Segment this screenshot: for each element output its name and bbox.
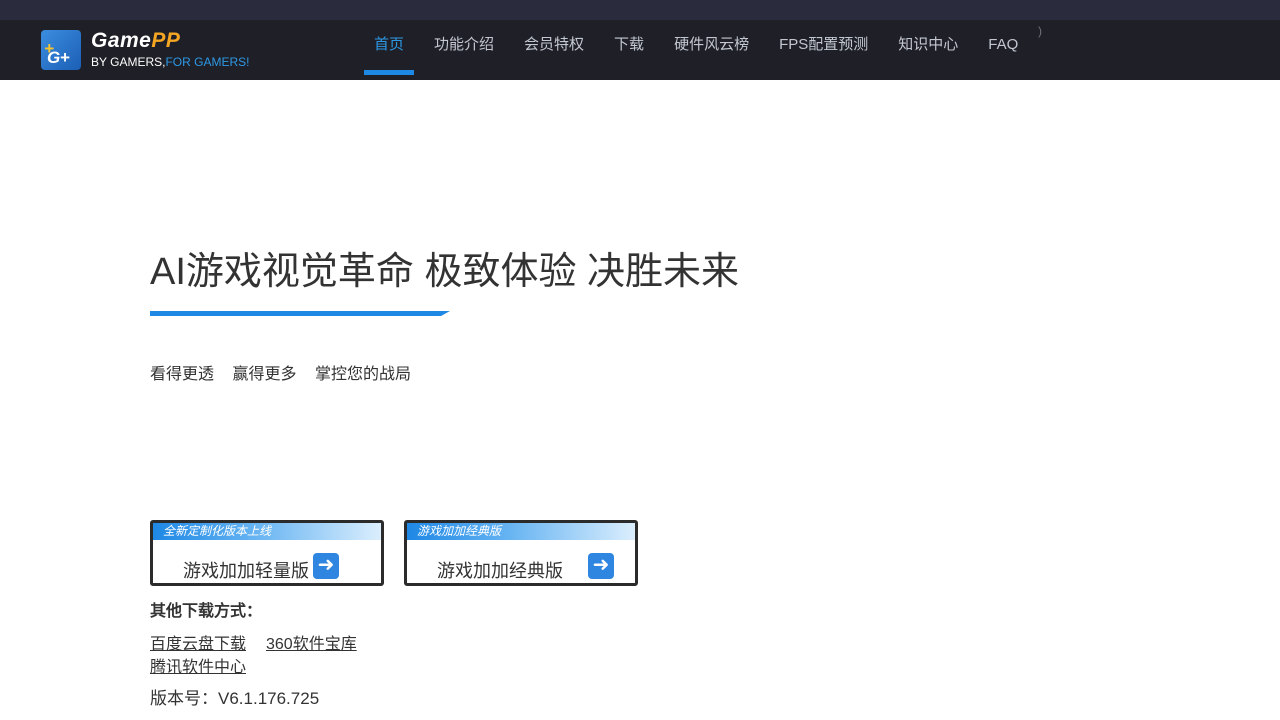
arrow-right-icon: ➜ xyxy=(588,553,614,579)
nav-item-fps-prediction[interactable]: FPS配置预测 xyxy=(769,20,878,80)
download-lite-button[interactable]: 全新定制化版本上线 游戏加加轻量版 ➜ xyxy=(150,520,384,586)
nav-item-features[interactable]: 功能介绍 xyxy=(424,20,504,80)
hero-slogan: 看得更透 xyxy=(150,366,215,383)
nav-item-download[interactable]: 下载 xyxy=(604,20,654,80)
arrow-right-icon: ➜ xyxy=(313,553,339,579)
nav-item-faq[interactable]: FAQ xyxy=(978,20,1028,80)
download-lite-tag: 全新定制化版本上线 xyxy=(153,523,381,540)
logo-badge-icon: G+ + xyxy=(41,30,81,70)
hero-accent-bar xyxy=(150,311,450,316)
logo-wordmark: GamePP xyxy=(91,29,180,53)
main-nav: 首页 功能介绍 会员特权 下载 硬件风云榜 FPS配置预测 知识中心 FAQ xyxy=(364,20,1038,80)
download-classic-label: 游戏加加经典版 xyxy=(437,561,563,581)
logo-badge-text: G+ xyxy=(47,48,70,67)
baidu-cloud-download-link[interactable]: 百度云盘下载 xyxy=(150,630,246,654)
360-software-link[interactable]: 360软件宝库 xyxy=(266,630,357,654)
hero-title: AI游戏视觉革命 极致体验 决胜未来 xyxy=(150,251,740,293)
logo-brand-main: Game xyxy=(91,29,152,52)
nav-item-knowledge-center[interactable]: 知识中心 xyxy=(888,20,968,80)
download-lite-label: 游戏加加轻量版 xyxy=(183,561,309,581)
version-number: 版本号：V6.1.176.725 xyxy=(150,689,320,708)
nav-item-home[interactable]: 首页 xyxy=(364,20,415,80)
nav-item-membership[interactable]: 会员特权 xyxy=(514,20,594,80)
logo-slogan: BY GAMERS,FOR GAMERS! xyxy=(91,55,249,69)
tencent-software-link[interactable]: 腾讯软件中心 xyxy=(150,653,246,677)
nav-trailing-glyph: ) xyxy=(1038,24,1042,38)
top-strip xyxy=(0,0,1280,20)
download-classic-button[interactable]: 游戏加加经典版 游戏加加经典版 ➜ xyxy=(404,520,638,586)
hero-slogan: 赢得更多 xyxy=(232,366,297,383)
nav-item-hardware-ranking[interactable]: 硬件风云榜 xyxy=(664,20,759,80)
navigation-bar: G+ + GamePP BY GAMERS,FOR GAMERS! 首页 功能介绍… xyxy=(0,20,1280,80)
hero-slogans: 看得更透 赢得更多 掌控您的战局 xyxy=(150,360,425,384)
logo-slogan-accent: FOR GAMERS! xyxy=(165,55,250,69)
download-classic-tag: 游戏加加经典版 xyxy=(407,523,635,540)
other-downloads-title: 其他下载方式： xyxy=(150,603,263,620)
logo-brand-accent: PP xyxy=(151,29,181,52)
hero-slogan: 掌控您的战局 xyxy=(314,366,411,383)
logo-slogan-main: BY GAMERS, xyxy=(91,55,166,69)
